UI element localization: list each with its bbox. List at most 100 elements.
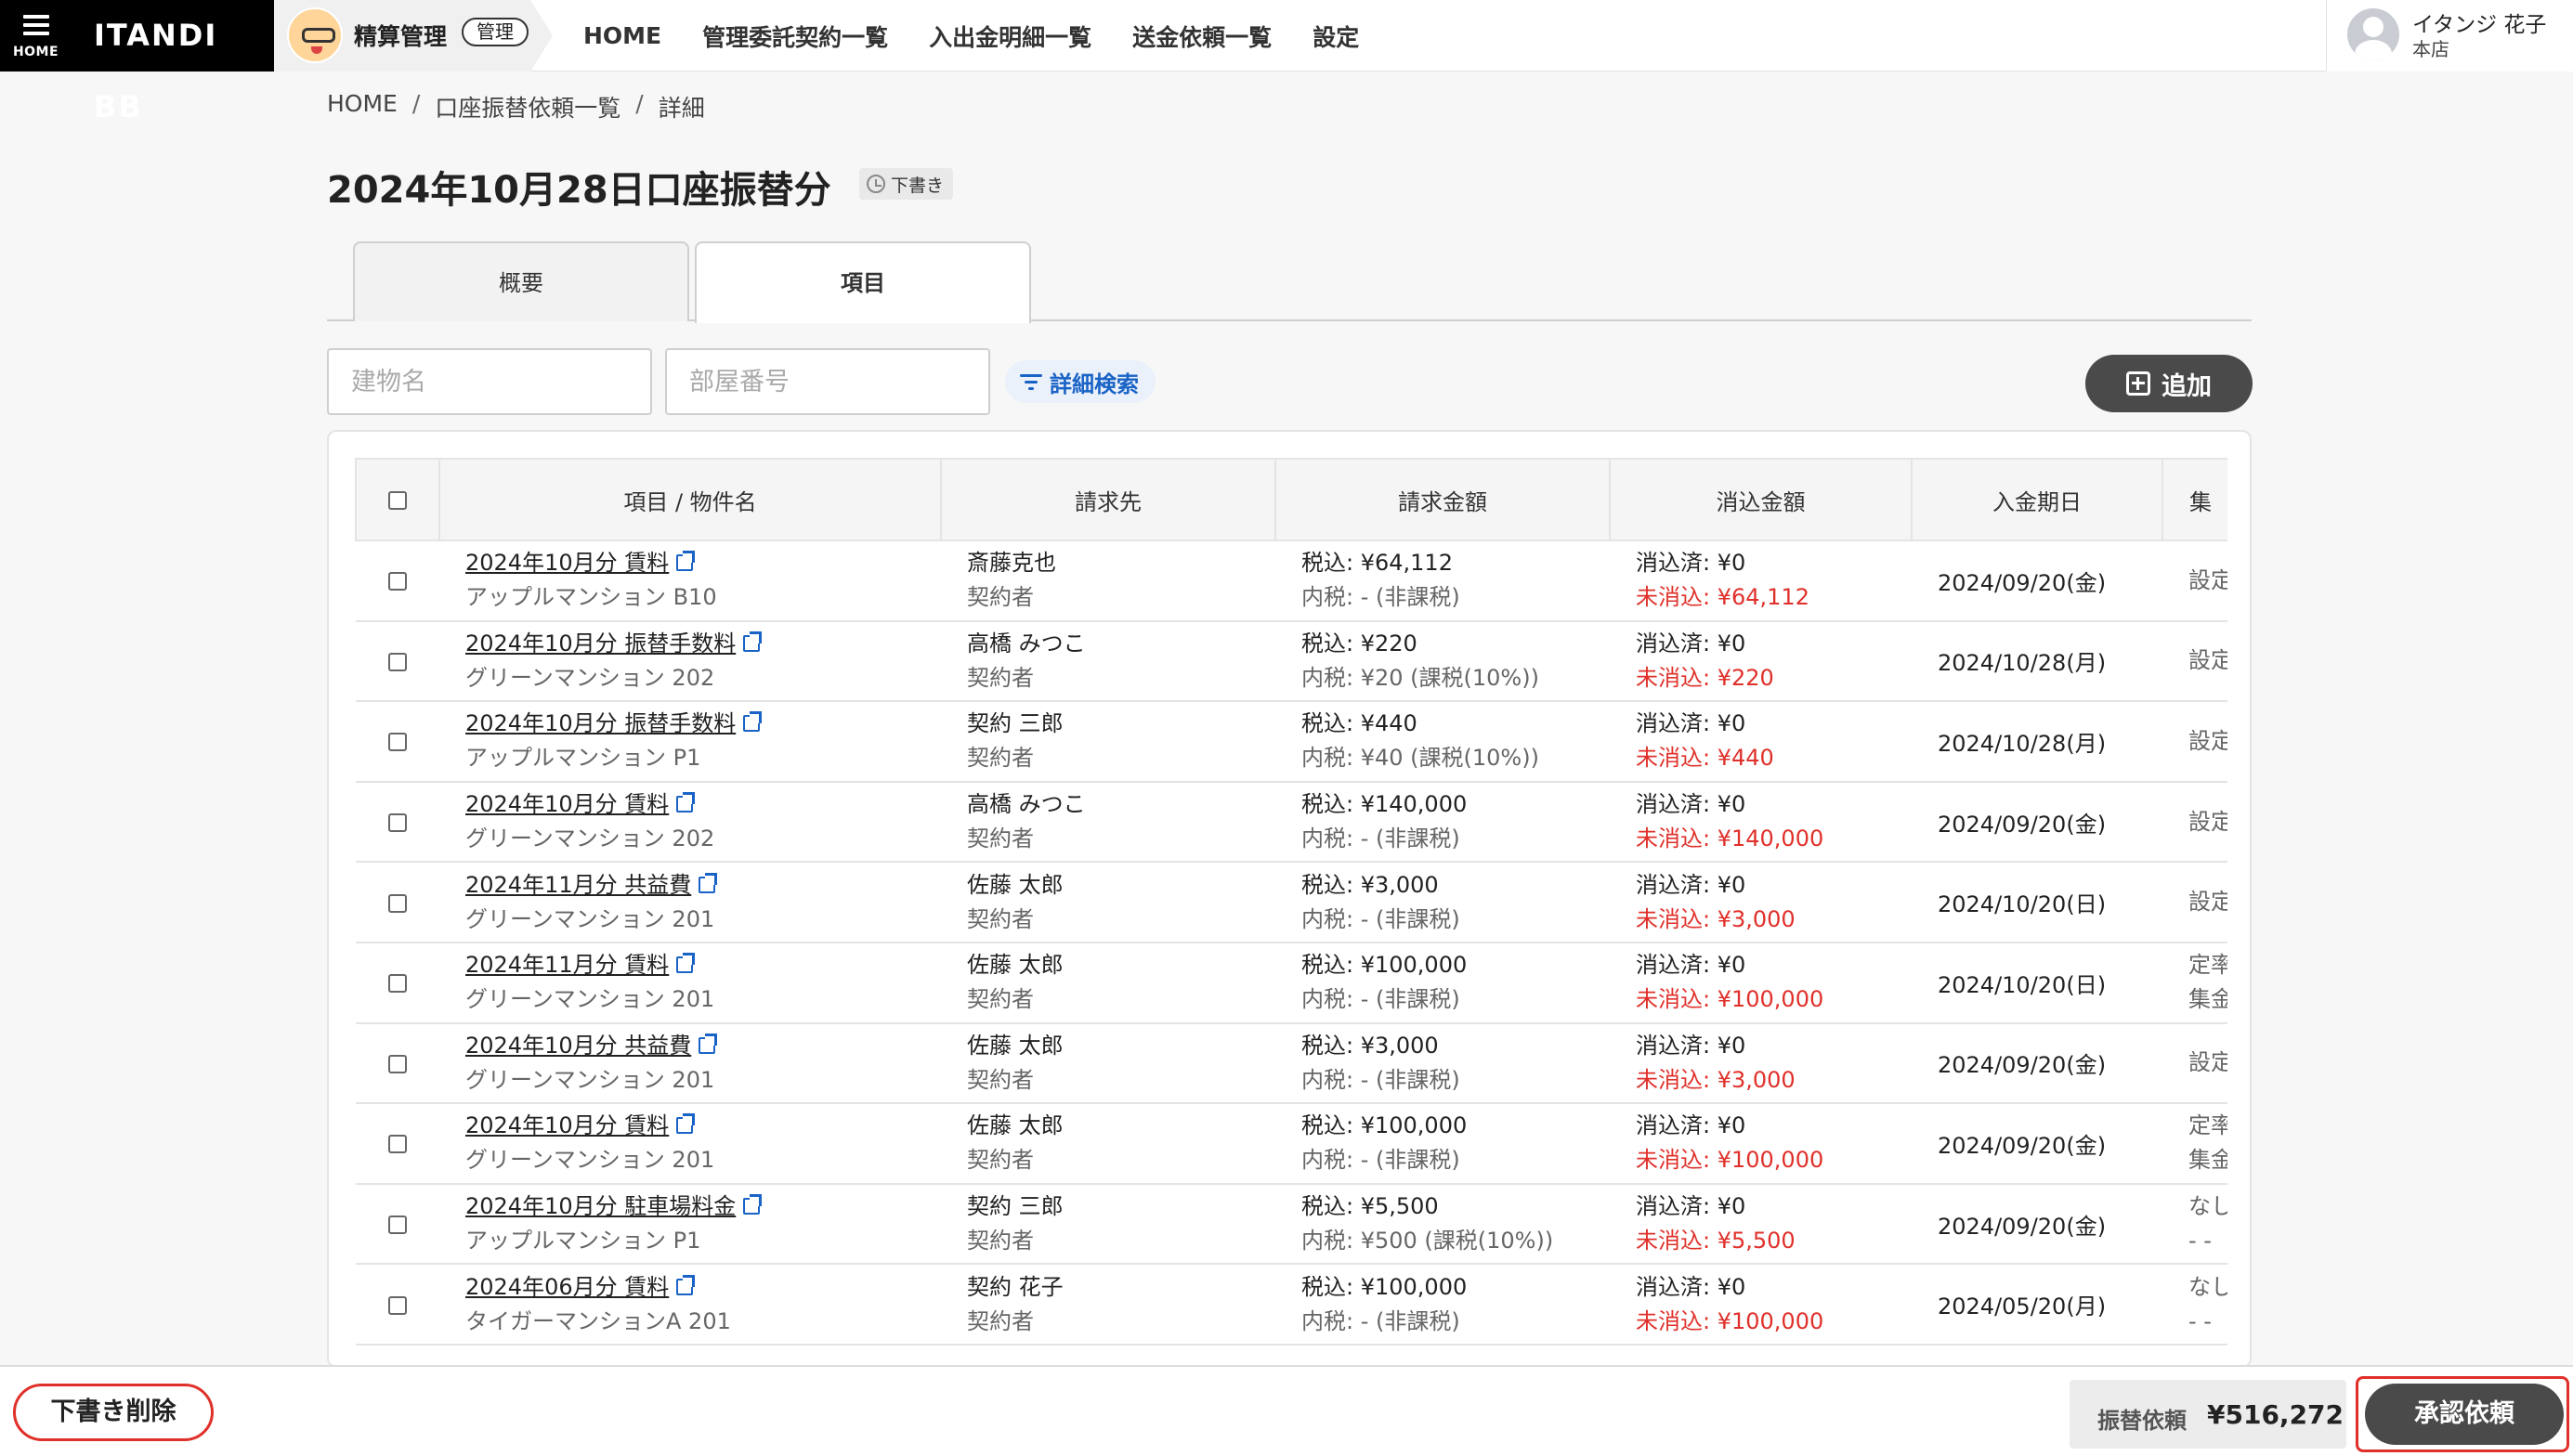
row-checkbox[interactable]	[388, 893, 407, 913]
advanced-search-button[interactable]: 詳細検索	[1005, 360, 1156, 403]
uncleared-amount: 未消込: ¥140,000	[1636, 826, 1824, 852]
billed-amount: 税込: ¥220	[1301, 630, 1417, 656]
nav-link-home[interactable]: HOME	[583, 22, 661, 49]
tax-info: 内税: ¥40 (課税(10%))	[1301, 745, 1539, 772]
item-link[interactable]: 2024年10月分 賃料	[465, 791, 669, 817]
row-checkbox[interactable]	[388, 572, 407, 592]
external-link-icon[interactable]	[676, 1274, 696, 1295]
col-header-cleared[interactable]: 消込金額	[1609, 458, 1913, 541]
nav-link-remittances[interactable]: 送金依頼一覧	[1132, 20, 1272, 53]
building-name-input[interactable]	[327, 348, 652, 415]
tab-items[interactable]: 項目	[695, 241, 1031, 323]
property-name: グリーンマンション 201	[465, 1066, 715, 1093]
delete-draft-button[interactable]: 下書き削除	[13, 1384, 214, 1441]
add-button[interactable]: 追加	[2085, 355, 2253, 412]
payer-role: 契約者	[967, 826, 1034, 852]
item-link[interactable]: 2024年10月分 駐車場料金	[465, 1193, 736, 1219]
table-row[interactable]: 2024年11月分 共益費 グリーンマンション 201 佐藤 太郎 契約者 税込: ¥3…	[356, 862, 2227, 943]
breadcrumb-home[interactable]: HOME	[327, 90, 398, 124]
table-row[interactable]: 2024年10月分 駐車場料金 アップルマンション P1 契約 三郎 契約者 税込: ¥…	[356, 1183, 2227, 1266]
row-checkbox[interactable]	[388, 652, 407, 671]
property-name: アップルマンション B10	[465, 584, 717, 611]
external-link-icon[interactable]	[699, 872, 718, 893]
billed-amount: 税込: ¥3,000	[1301, 871, 1439, 898]
due-date: 2024/09/20(金)	[1912, 1022, 2162, 1105]
tab-overview[interactable]: 概要	[353, 241, 689, 321]
user-menu[interactable]: イタンジ 花子 本店	[2326, 0, 2573, 72]
row-checkbox[interactable]	[388, 1054, 407, 1073]
item-link[interactable]: 2024年10月分 賃料	[465, 550, 669, 576]
item-link[interactable]: 2024年10月分 振替手数料	[465, 630, 736, 656]
item-link[interactable]: 2024年11月分 賃料	[465, 952, 669, 978]
row-select-cell	[356, 781, 439, 864]
item-link[interactable]: 2024年10月分 共益費	[465, 1033, 691, 1059]
brand-logo[interactable]: ITANDI BB	[72, 0, 274, 124]
breadcrumb-list[interactable]: 口座振替依頼一覧	[435, 90, 620, 124]
col-header-item[interactable]: 項目 / 物件名	[438, 458, 942, 541]
tax-info: 内税: - (非課税)	[1301, 905, 1460, 932]
row-select-cell	[356, 1022, 439, 1105]
table-row[interactable]: 2024年11月分 賃料 グリーンマンション 201 佐藤 太郎 契約者 税込: ¥10…	[356, 942, 2227, 1024]
table-row[interactable]: 2024年10月分 振替手数料 アップルマンション P1 契約 三郎 契約者 税込: ¥…	[356, 701, 2227, 783]
breadcrumb: HOME / 口座振替依頼一覧 / 詳細	[327, 90, 705, 124]
home-menu-button[interactable]: HOME	[0, 0, 72, 72]
row-checkbox[interactable]	[388, 733, 407, 752]
row-checkbox[interactable]	[388, 813, 407, 833]
nav-link-contracts[interactable]: 管理委託契約一覧	[702, 20, 888, 53]
payer-name: 佐藤 太郎	[967, 871, 1064, 898]
payer-role: 契約者	[967, 664, 1034, 691]
external-link-icon[interactable]	[676, 792, 696, 813]
property-name: アップルマンション P1	[465, 1228, 701, 1254]
breadcrumb-separator: /	[411, 90, 421, 117]
nav-link-transactions[interactable]: 入出金明細一覧	[929, 20, 1091, 53]
external-link-icon[interactable]	[676, 953, 696, 974]
table-row[interactable]: 2024年06月分 賃料 タイガーマンションA 201 契約 花子 契約者 税込: ¥1…	[356, 1264, 2227, 1346]
row-checkbox[interactable]	[388, 1216, 407, 1235]
item-link[interactable]: 2024年10月分 振替手数料	[465, 710, 736, 736]
room-number-input[interactable]	[665, 348, 990, 415]
col-header-due-date[interactable]: 入金期日	[1911, 458, 2163, 541]
table-row[interactable]: 2024年10月分 振替手数料 グリーンマンション 202 高橋 みつこ 契約者 税込:…	[356, 620, 2227, 703]
cleared-amount: 消込済: ¥0	[1636, 871, 1746, 898]
row-checkbox[interactable]	[388, 974, 407, 994]
uncleared-amount: 未消込: ¥440	[1636, 745, 1774, 772]
external-link-icon[interactable]	[743, 711, 763, 733]
external-link-icon[interactable]	[676, 551, 696, 572]
user-name: イタンジ 花子	[2412, 13, 2547, 37]
external-link-icon[interactable]	[676, 1113, 696, 1135]
item-link[interactable]: 2024年11月分 共益費	[465, 872, 691, 898]
request-approval-button[interactable]: 承認依頼	[2365, 1384, 2564, 1445]
external-link-icon[interactable]	[743, 1194, 763, 1216]
table-row[interactable]: 2024年10月分 賃料 グリーンマンション 202 高橋 みつこ 契約者 税込: ¥1…	[356, 781, 2227, 864]
row-select-cell	[356, 540, 439, 622]
items-table-scroll[interactable]: 項目 / 物件名 請求先 請求金額 消込金額 入金期日 集 2024年10月分 …	[355, 458, 2227, 1349]
items-table: 項目 / 物件名 請求先 請求金額 消込金額 入金期日 集 2024年10月分 …	[355, 458, 2227, 1346]
property-name: タイガーマンションA 201	[465, 1307, 731, 1334]
due-date: 2024/05/20(月)	[1912, 1264, 2162, 1346]
row-checkbox[interactable]	[388, 1295, 407, 1315]
select-all-checkbox[interactable]	[388, 491, 407, 510]
payer-role: 契約者	[967, 1066, 1034, 1093]
item-link[interactable]: 2024年06月分 賃料	[465, 1274, 669, 1300]
col-header-payer[interactable]: 請求先	[940, 458, 1276, 541]
nav-link-settings[interactable]: 設定	[1313, 20, 1359, 53]
row-checkbox[interactable]	[388, 1135, 407, 1154]
product-switcher[interactable]: 精算管理 管理	[274, 0, 553, 72]
collection-setting: 設定	[2188, 808, 2227, 835]
payer-name: 契約 三郎	[967, 710, 1064, 737]
filter-icon	[1020, 373, 1042, 390]
transfer-total: 振替依頼 ¥516,272	[2070, 1380, 2346, 1449]
table-row[interactable]: 2024年10月分 賃料 グリーンマンション 201 佐藤 太郎 契約者 税込: ¥10…	[356, 1103, 2227, 1185]
uncleared-amount: 未消込: ¥100,000	[1636, 1307, 1824, 1334]
external-link-icon[interactable]	[699, 1033, 718, 1054]
col-header-amount[interactable]: 請求金額	[1274, 458, 1611, 541]
col-header-collection[interactable]: 集	[2162, 458, 2227, 541]
item-link[interactable]: 2024年10月分 賃料	[465, 1112, 669, 1138]
row-select-cell	[356, 1103, 439, 1185]
uncleared-amount: 未消込: ¥220	[1636, 664, 1774, 691]
table-row[interactable]: 2024年10月分 共益費 グリーンマンション 201 佐藤 太郎 契約者 税込: ¥3…	[356, 1022, 2227, 1105]
due-date: 2024/10/28(月)	[1912, 620, 2162, 703]
external-link-icon[interactable]	[743, 630, 763, 652]
cleared-amount: 消込済: ¥0	[1636, 710, 1746, 737]
table-row[interactable]: 2024年10月分 賃料 アップルマンション B10 斎藤克也 契約者 税込: ¥64,…	[356, 540, 2227, 622]
